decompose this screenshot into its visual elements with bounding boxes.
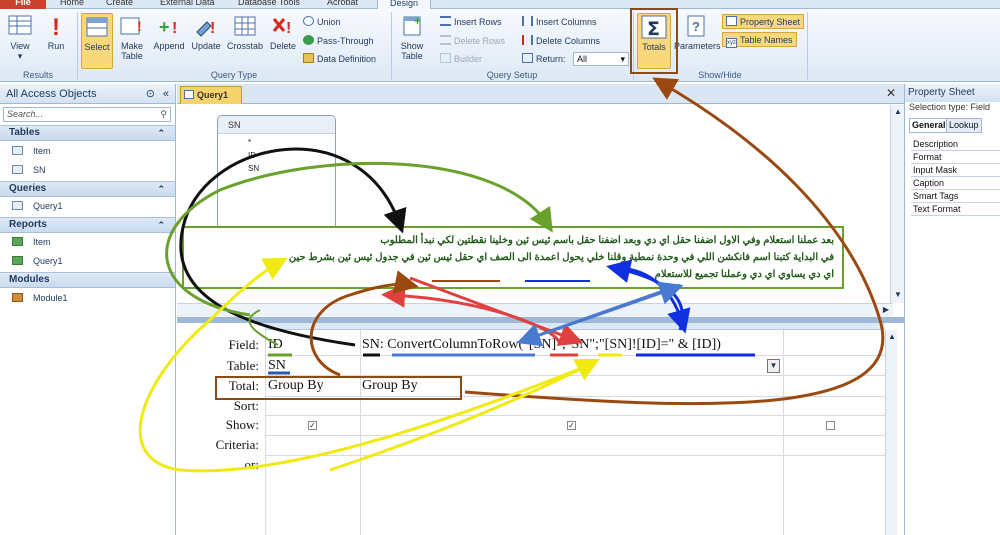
- annotation-arrows: [138, 77, 885, 473]
